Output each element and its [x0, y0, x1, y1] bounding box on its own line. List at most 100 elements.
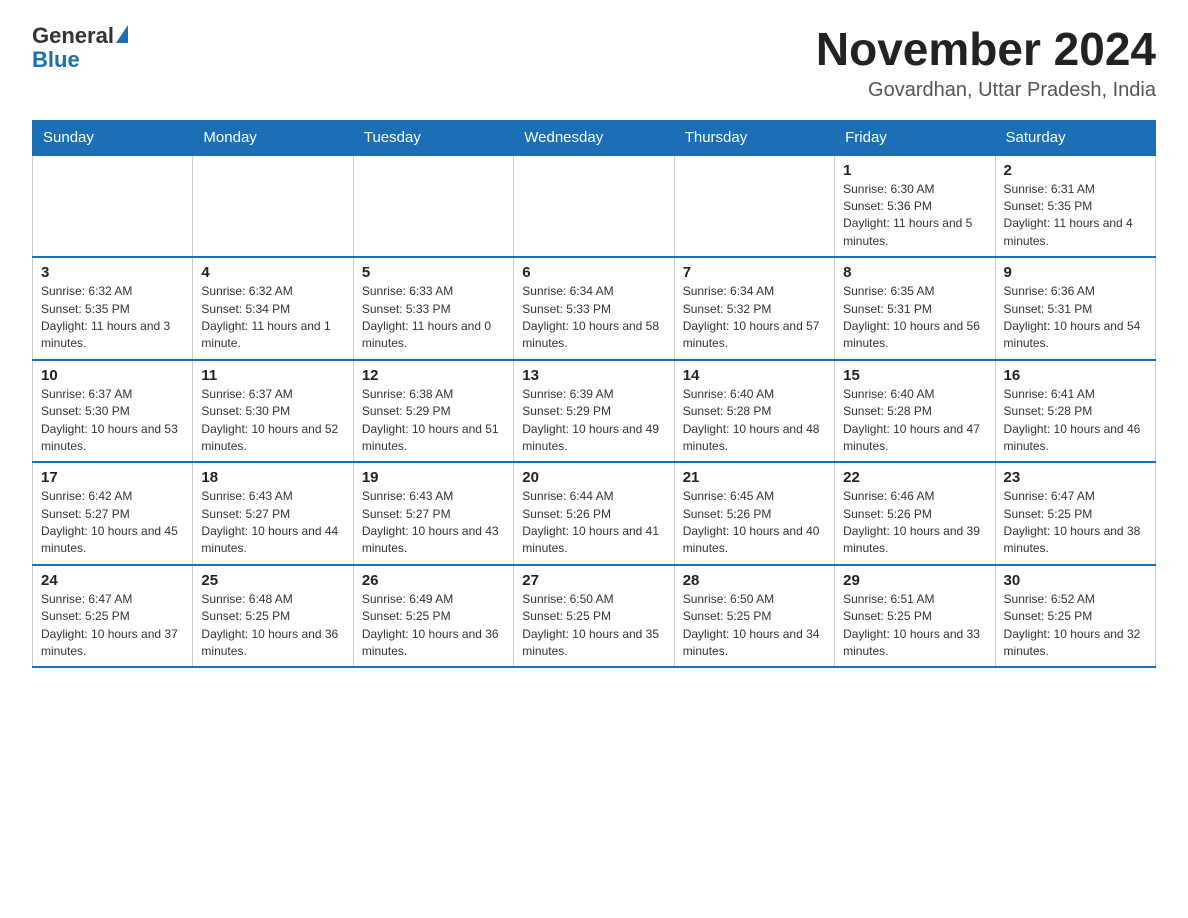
day-number: 16	[1004, 367, 1147, 384]
calendar-cell: 29 Sunrise: 6:51 AM Sunset: 5:25 PM Dayli…	[835, 565, 995, 668]
weekday-header-monday: Monday	[193, 120, 353, 155]
weekday-header-saturday: Saturday	[995, 120, 1155, 155]
day-number: 21	[683, 469, 826, 486]
day-info: Sunrise: 6:30 AM Sunset: 5:36 PM Dayligh…	[843, 182, 972, 248]
calendar-week-row: 17Sunrise: 6:42 AM Sunset: 5:27 PM Dayli…	[33, 462, 1156, 565]
day-info: Sunrise: 6:37 AM Sunset: 5:30 PM Dayligh…	[201, 387, 338, 453]
calendar-cell: 28 Sunrise: 6:50 AM Sunset: 5:25 PM Dayli…	[674, 565, 834, 668]
day-info: Sunrise: 6:51 AM Sunset: 5:25 PM Dayligh…	[843, 592, 980, 658]
day-info: Sunrise: 6:44 AM Sunset: 5:26 PM Dayligh…	[522, 489, 659, 555]
calendar-cell: 6 Sunrise: 6:34 AM Sunset: 5:33 PM Daylig…	[514, 257, 674, 360]
day-info: Sunrise: 6:49 AM Sunset: 5:25 PM Dayligh…	[362, 592, 499, 658]
day-info: Sunrise: 6:32 AM Sunset: 5:35 PM Dayligh…	[41, 284, 170, 350]
location-subtitle: Govardhan, Uttar Pradesh, India	[816, 79, 1156, 102]
day-number: 2	[1004, 162, 1147, 179]
calendar-cell	[193, 155, 353, 258]
calendar-week-row: 10 Sunrise: 6:37 AM Sunset: 5:30 PM Dayli…	[33, 360, 1156, 463]
day-number: 11	[201, 367, 344, 384]
calendar-cell: 17Sunrise: 6:42 AM Sunset: 5:27 PM Dayli…	[33, 462, 193, 565]
calendar-cell: 1 Sunrise: 6:30 AM Sunset: 5:36 PM Daylig…	[835, 155, 995, 258]
day-number: 5	[362, 264, 505, 281]
calendar-cell: 30Sunrise: 6:52 AM Sunset: 5:25 PM Dayli…	[995, 565, 1155, 668]
day-info: Sunrise: 6:43 AM Sunset: 5:27 PM Dayligh…	[201, 489, 338, 555]
calendar-cell: 26Sunrise: 6:49 AM Sunset: 5:25 PM Dayli…	[353, 565, 513, 668]
calendar-cell: 27 Sunrise: 6:50 AM Sunset: 5:25 PM Dayli…	[514, 565, 674, 668]
day-number: 13	[522, 367, 665, 384]
day-number: 15	[843, 367, 986, 384]
calendar-table: SundayMondayTuesdayWednesdayThursdayFrid…	[32, 120, 1156, 669]
calendar-cell: 21Sunrise: 6:45 AM Sunset: 5:26 PM Dayli…	[674, 462, 834, 565]
day-info: Sunrise: 6:50 AM Sunset: 5:25 PM Dayligh…	[522, 592, 659, 658]
calendar-cell: 9Sunrise: 6:36 AM Sunset: 5:31 PM Daylig…	[995, 257, 1155, 360]
title-block: November 2024 Govardhan, Uttar Pradesh, …	[816, 24, 1156, 102]
day-number: 29	[843, 572, 986, 589]
calendar-cell: 8Sunrise: 6:35 AM Sunset: 5:31 PM Daylig…	[835, 257, 995, 360]
day-info: Sunrise: 6:34 AM Sunset: 5:32 PM Dayligh…	[683, 284, 820, 350]
day-info: Sunrise: 6:36 AM Sunset: 5:31 PM Dayligh…	[1004, 284, 1141, 350]
calendar-cell: 5 Sunrise: 6:33 AM Sunset: 5:33 PM Daylig…	[353, 257, 513, 360]
day-info: Sunrise: 6:37 AM Sunset: 5:30 PM Dayligh…	[41, 387, 178, 453]
day-info: Sunrise: 6:34 AM Sunset: 5:33 PM Dayligh…	[522, 284, 659, 350]
calendar-cell: 12 Sunrise: 6:38 AM Sunset: 5:29 PM Dayli…	[353, 360, 513, 463]
day-number: 28	[683, 572, 826, 589]
day-number: 27	[522, 572, 665, 589]
weekday-header-tuesday: Tuesday	[353, 120, 513, 155]
calendar-cell	[674, 155, 834, 258]
calendar-header-row: SundayMondayTuesdayWednesdayThursdayFrid…	[33, 120, 1156, 155]
calendar-cell: 16Sunrise: 6:41 AM Sunset: 5:28 PM Dayli…	[995, 360, 1155, 463]
day-number: 18	[201, 469, 344, 486]
day-info: Sunrise: 6:47 AM Sunset: 5:25 PM Dayligh…	[1004, 489, 1141, 555]
logo-blue-text: Blue	[32, 48, 128, 72]
day-number: 19	[362, 469, 505, 486]
day-number: 12	[362, 367, 505, 384]
day-info: Sunrise: 6:42 AM Sunset: 5:27 PM Dayligh…	[41, 489, 178, 555]
day-info: Sunrise: 6:40 AM Sunset: 5:28 PM Dayligh…	[843, 387, 980, 453]
calendar-cell: 4Sunrise: 6:32 AM Sunset: 5:34 PM Daylig…	[193, 257, 353, 360]
calendar-week-row: 1 Sunrise: 6:30 AM Sunset: 5:36 PM Daylig…	[33, 155, 1156, 258]
day-number: 23	[1004, 469, 1147, 486]
calendar-cell: 3Sunrise: 6:32 AM Sunset: 5:35 PM Daylig…	[33, 257, 193, 360]
month-title: November 2024	[816, 24, 1156, 75]
day-info: Sunrise: 6:43 AM Sunset: 5:27 PM Dayligh…	[362, 489, 499, 555]
calendar-cell: 7 Sunrise: 6:34 AM Sunset: 5:32 PM Daylig…	[674, 257, 834, 360]
weekday-header-friday: Friday	[835, 120, 995, 155]
calendar-cell	[353, 155, 513, 258]
logo-general-text: General	[32, 24, 114, 48]
day-number: 24	[41, 572, 184, 589]
logo: General Blue	[32, 24, 128, 72]
calendar-cell: 2 Sunrise: 6:31 AM Sunset: 5:35 PM Daylig…	[995, 155, 1155, 258]
day-info: Sunrise: 6:39 AM Sunset: 5:29 PM Dayligh…	[522, 387, 659, 453]
calendar-cell	[514, 155, 674, 258]
calendar-week-row: 3Sunrise: 6:32 AM Sunset: 5:35 PM Daylig…	[33, 257, 1156, 360]
day-number: 10	[41, 367, 184, 384]
day-info: Sunrise: 6:35 AM Sunset: 5:31 PM Dayligh…	[843, 284, 980, 350]
day-number: 4	[201, 264, 344, 281]
weekday-header-sunday: Sunday	[33, 120, 193, 155]
calendar-week-row: 24 Sunrise: 6:47 AM Sunset: 5:25 PM Dayli…	[33, 565, 1156, 668]
day-number: 7	[683, 264, 826, 281]
calendar-cell: 15 Sunrise: 6:40 AM Sunset: 5:28 PM Dayli…	[835, 360, 995, 463]
calendar-cell: 24 Sunrise: 6:47 AM Sunset: 5:25 PM Dayli…	[33, 565, 193, 668]
day-info: Sunrise: 6:33 AM Sunset: 5:33 PM Dayligh…	[362, 284, 491, 350]
day-info: Sunrise: 6:47 AM Sunset: 5:25 PM Dayligh…	[41, 592, 178, 658]
calendar-cell: 23 Sunrise: 6:47 AM Sunset: 5:25 PM Dayli…	[995, 462, 1155, 565]
calendar-cell: 14 Sunrise: 6:40 AM Sunset: 5:28 PM Dayli…	[674, 360, 834, 463]
day-info: Sunrise: 6:31 AM Sunset: 5:35 PM Dayligh…	[1004, 182, 1133, 248]
day-info: Sunrise: 6:38 AM Sunset: 5:29 PM Dayligh…	[362, 387, 499, 453]
logo-triangle-icon	[116, 25, 128, 43]
day-number: 6	[522, 264, 665, 281]
day-number: 1	[843, 162, 986, 179]
day-number: 20	[522, 469, 665, 486]
day-info: Sunrise: 6:48 AM Sunset: 5:25 PM Dayligh…	[201, 592, 338, 658]
day-info: Sunrise: 6:40 AM Sunset: 5:28 PM Dayligh…	[683, 387, 820, 453]
day-number: 25	[201, 572, 344, 589]
weekday-header-wednesday: Wednesday	[514, 120, 674, 155]
day-info: Sunrise: 6:46 AM Sunset: 5:26 PM Dayligh…	[843, 489, 980, 555]
weekday-header-thursday: Thursday	[674, 120, 834, 155]
calendar-cell	[33, 155, 193, 258]
day-number: 14	[683, 367, 826, 384]
day-info: Sunrise: 6:52 AM Sunset: 5:25 PM Dayligh…	[1004, 592, 1141, 658]
calendar-cell: 20 Sunrise: 6:44 AM Sunset: 5:26 PM Dayli…	[514, 462, 674, 565]
day-info: Sunrise: 6:50 AM Sunset: 5:25 PM Dayligh…	[683, 592, 820, 658]
calendar-cell: 10 Sunrise: 6:37 AM Sunset: 5:30 PM Dayli…	[33, 360, 193, 463]
